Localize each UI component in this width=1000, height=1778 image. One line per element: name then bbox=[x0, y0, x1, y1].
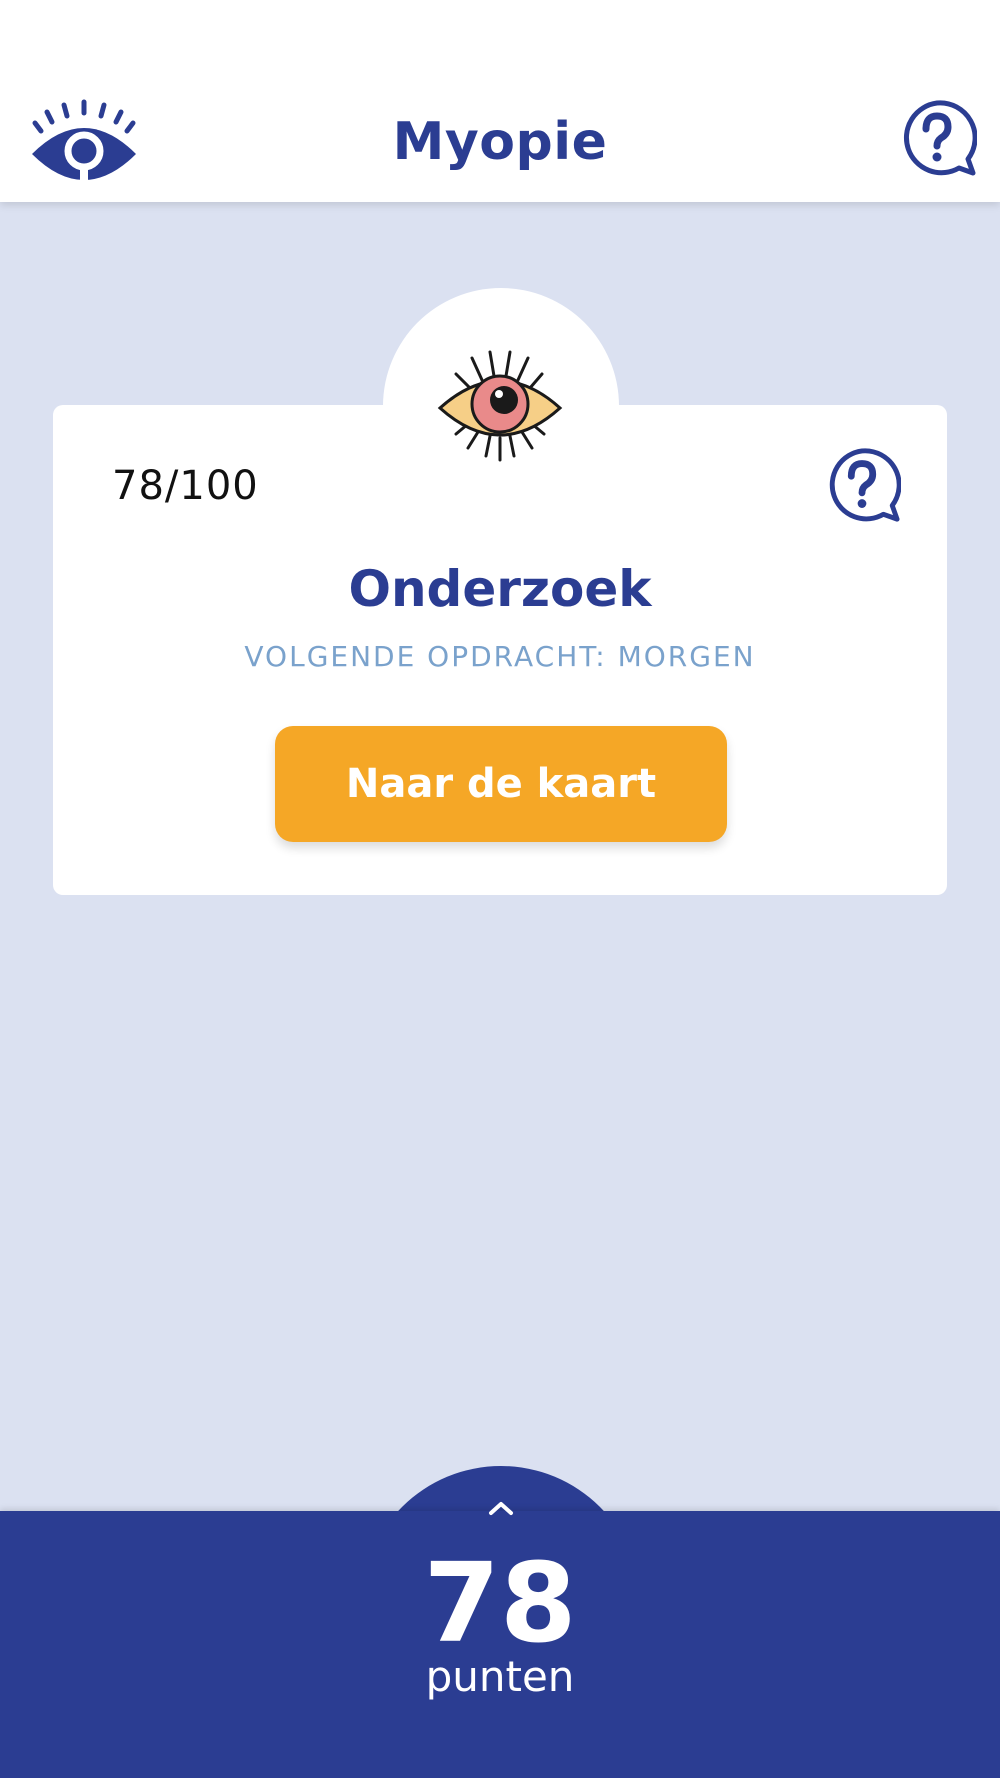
score-fraction: 78/100 bbox=[112, 463, 259, 509]
app-header: Myopie bbox=[0, 0, 1000, 202]
to-map-button[interactable]: Naar de kaart bbox=[275, 726, 727, 842]
eye-illustration-icon bbox=[437, 350, 563, 462]
next-task-status: VOLGENDE OPDRACHT: MORGEN bbox=[244, 640, 756, 673]
points-label: punten bbox=[425, 1652, 575, 1701]
help-bubble-icon[interactable] bbox=[897, 99, 977, 179]
chevron-up-icon[interactable] bbox=[488, 1500, 514, 1516]
points-value: 78 bbox=[423, 1539, 577, 1667]
page-title: Myopie bbox=[392, 112, 608, 172]
help-bubble-icon[interactable] bbox=[823, 447, 901, 525]
card-title: Onderzoek bbox=[348, 560, 652, 618]
